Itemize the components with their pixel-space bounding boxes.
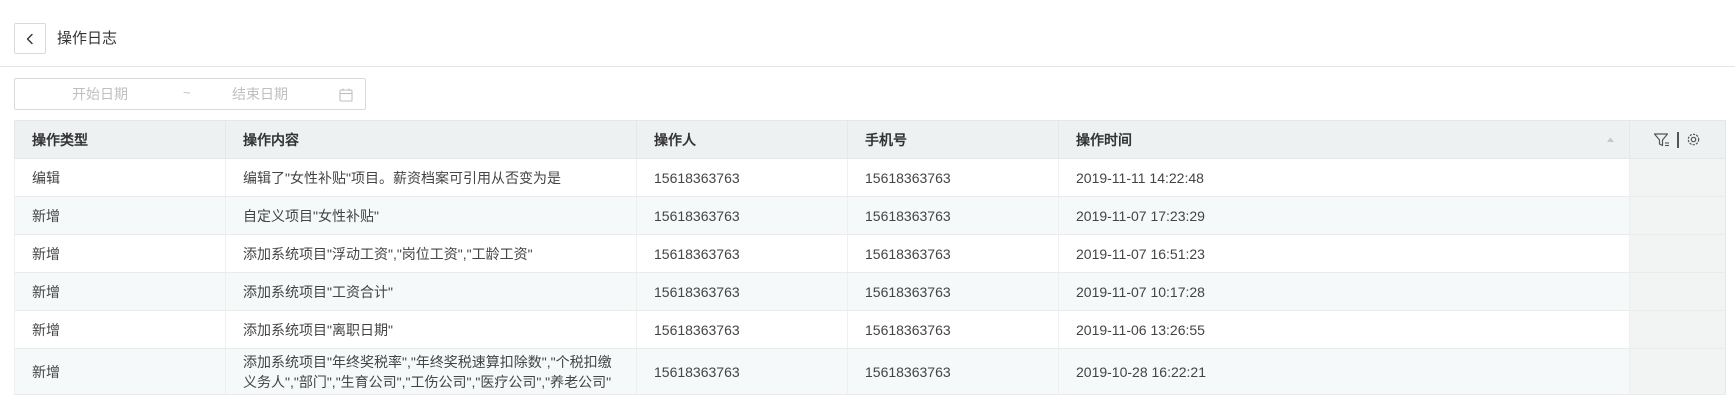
column-header-time-label: 操作时间 bbox=[1076, 131, 1132, 148]
calendar-icon[interactable] bbox=[338, 87, 354, 103]
cell-time: 2019-11-11 14:22:48 bbox=[1058, 158, 1630, 197]
cell-time: 2019-11-07 16:51:23 bbox=[1058, 234, 1630, 273]
cell-phone: 15618363763 bbox=[847, 234, 1059, 273]
filter-icon[interactable] bbox=[1653, 132, 1671, 148]
cell-content: 添加系统项目"离职日期" bbox=[225, 310, 637, 349]
cell-type: 新增 bbox=[14, 234, 226, 273]
gear-icon[interactable] bbox=[1685, 131, 1702, 148]
cell-operator: 15618363763 bbox=[636, 196, 848, 235]
cell-content: 添加系统项目"工资合计" bbox=[225, 272, 637, 311]
cell-phone: 15618363763 bbox=[847, 158, 1059, 197]
table-row[interactable]: 新增 自定义项目"女性补贴" 15618363763 15618363763 2… bbox=[14, 196, 1726, 235]
cell-phone: 15618363763 bbox=[847, 272, 1059, 311]
cell-tools bbox=[1629, 234, 1726, 273]
end-date-input[interactable] bbox=[195, 79, 325, 109]
operation-log-table: 操作类型 操作内容 操作人 手机号 操作时间 编辑 编辑了"女性补贴"项目。薪资… bbox=[14, 120, 1726, 400]
cell-operator: 15618363763 bbox=[636, 348, 848, 395]
table-row[interactable]: 新增 添加系统项目"浮动工资","岗位工资","工龄工资" 1561836376… bbox=[14, 234, 1726, 273]
back-button[interactable] bbox=[14, 23, 46, 54]
page-header: 操作日志 bbox=[0, 0, 1735, 67]
cell-operator: 15618363763 bbox=[636, 158, 848, 197]
cell-type: 新增 bbox=[14, 310, 226, 349]
cell-time: 2019-10-28 16:22:21 bbox=[1058, 348, 1630, 395]
page-title: 操作日志 bbox=[57, 30, 118, 47]
table-header-row: 操作类型 操作内容 操作人 手机号 操作时间 bbox=[14, 120, 1726, 159]
cell-phone: 15618363763 bbox=[847, 348, 1059, 395]
cell-phone: 15618363763 bbox=[847, 196, 1059, 235]
table-row[interactable]: 新增 添加系统项目"工资合计" 15618363763 15618363763 … bbox=[14, 272, 1726, 311]
cell-content: 自定义项目"女性补贴" bbox=[225, 196, 637, 235]
cell-content-text: 添加系统项目"年终奖税率","年终奖税速算扣除数","个税扣缴义务人","部门"… bbox=[243, 353, 612, 390]
cell-type: 新增 bbox=[14, 196, 226, 235]
column-header-type[interactable]: 操作类型 bbox=[14, 120, 226, 159]
cell-tools bbox=[1629, 348, 1726, 395]
date-separator: ~ bbox=[183, 85, 191, 100]
cell-operator: 15618363763 bbox=[636, 310, 848, 349]
cell-type: 新增 bbox=[14, 348, 226, 395]
cell-type: 新增 bbox=[14, 272, 226, 311]
cell-tools bbox=[1629, 310, 1726, 349]
cell-content: 添加系统项目"年终奖税率","年终奖税速算扣除数","个税扣缴义务人","部门"… bbox=[225, 348, 637, 395]
column-header-operator[interactable]: 操作人 bbox=[636, 120, 848, 159]
chevron-left-icon bbox=[26, 33, 33, 44]
sort-asc-icon[interactable] bbox=[1606, 135, 1615, 144]
cell-operator: 15618363763 bbox=[636, 234, 848, 273]
date-range-picker[interactable]: ~ bbox=[14, 78, 366, 110]
cell-tools bbox=[1629, 272, 1726, 311]
cell-time: 2019-11-06 13:26:55 bbox=[1058, 310, 1630, 349]
cell-phone: 15618363763 bbox=[847, 310, 1059, 349]
cell-time: 2019-11-07 10:17:28 bbox=[1058, 272, 1630, 311]
cell-content: 添加系统项目"浮动工资","岗位工资","工龄工资" bbox=[225, 234, 637, 273]
column-header-phone[interactable]: 手机号 bbox=[847, 120, 1059, 159]
column-header-content[interactable]: 操作内容 bbox=[225, 120, 637, 159]
cell-content: 编辑了"女性补贴"项目。薪资档案可引用从否变为是 bbox=[225, 158, 637, 197]
start-date-input[interactable] bbox=[35, 79, 165, 109]
cell-operator: 15618363763 bbox=[636, 272, 848, 311]
column-header-time[interactable]: 操作时间 bbox=[1058, 120, 1630, 159]
table-row[interactable]: 新增 添加系统项目"离职日期" 15618363763 15618363763 … bbox=[14, 310, 1726, 349]
table-tools-header bbox=[1629, 120, 1726, 159]
tools-divider bbox=[1677, 131, 1679, 148]
cell-tools bbox=[1629, 196, 1726, 235]
cell-tools bbox=[1629, 158, 1726, 197]
cell-type: 编辑 bbox=[14, 158, 226, 197]
table-row[interactable]: 新增 添加系统项目"年终奖税率","年终奖税速算扣除数","个税扣缴义务人","… bbox=[14, 348, 1726, 395]
table-row[interactable]: 编辑 编辑了"女性补贴"项目。薪资档案可引用从否变为是 15618363763 … bbox=[14, 158, 1726, 197]
cell-time: 2019-11-07 17:23:29 bbox=[1058, 196, 1630, 235]
